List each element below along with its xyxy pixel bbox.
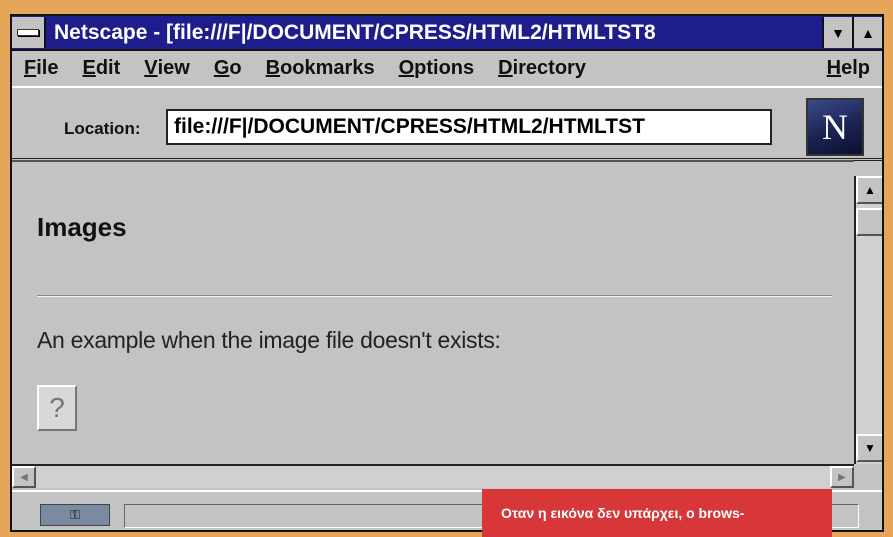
- broken-image-icon: ?: [37, 385, 77, 431]
- browser-window: Netscape - [file:///F|/DOCUMENT/CPRESS/H…: [10, 14, 884, 532]
- location-toolbar: Location: file:///F|/DOCUMENT/CPRESS/HTM…: [12, 86, 882, 161]
- arrow-left-icon[interactable]: ◀: [12, 466, 36, 488]
- window-title: Netscape - [file:///F|/DOCUMENT/CPRESS/H…: [54, 20, 656, 44]
- broken-image-glyph: ?: [49, 392, 65, 423]
- menu-go[interactable]: Go: [202, 57, 254, 80]
- horizontal-rule: [37, 295, 832, 297]
- menu-bar: File Edit View Go Bookmarks Options Dire…: [12, 51, 882, 85]
- arrow-right-icon[interactable]: ▶: [830, 466, 854, 488]
- location-label: Location:: [64, 119, 141, 138]
- vertical-scrollbar[interactable]: ▲ ▼: [854, 176, 882, 464]
- menu-edit[interactable]: Edit: [70, 57, 132, 80]
- arrow-up-icon[interactable]: ▲: [856, 176, 882, 204]
- title-bar: Netscape - [file:///F|/DOCUMENT/CPRESS/H…: [12, 16, 882, 51]
- horizontal-scrollbar[interactable]: ◀ ▶: [12, 464, 854, 488]
- maximize-icon[interactable]: ▲: [852, 17, 882, 48]
- system-menu-icon[interactable]: [12, 17, 46, 48]
- arrow-down-icon[interactable]: ▼: [856, 434, 882, 462]
- location-input[interactable]: file:///F|/DOCUMENT/CPRESS/HTML2/HTMLTST: [166, 109, 772, 145]
- netscape-logo[interactable]: N: [806, 98, 864, 156]
- menu-file[interactable]: File: [12, 57, 70, 80]
- magazine-caption: Οταν η εικόνα δεν υπάρχει, ο brows-: [482, 489, 832, 537]
- menu-options[interactable]: Options: [387, 57, 487, 80]
- menu-directory[interactable]: Directory: [486, 57, 598, 80]
- page-content: Images An example when the image file do…: [12, 160, 854, 462]
- minimize-icon[interactable]: ▼: [822, 17, 852, 48]
- scroll-thumb[interactable]: [856, 208, 882, 236]
- security-key-icon[interactable]: ⚿: [40, 504, 110, 526]
- page-paragraph: An example when the image file doesn't e…: [37, 327, 501, 353]
- menu-view[interactable]: View: [132, 57, 202, 80]
- menu-help[interactable]: Help: [815, 57, 882, 80]
- menu-bookmarks[interactable]: Bookmarks: [254, 57, 387, 80]
- page-heading: Images: [37, 212, 127, 242]
